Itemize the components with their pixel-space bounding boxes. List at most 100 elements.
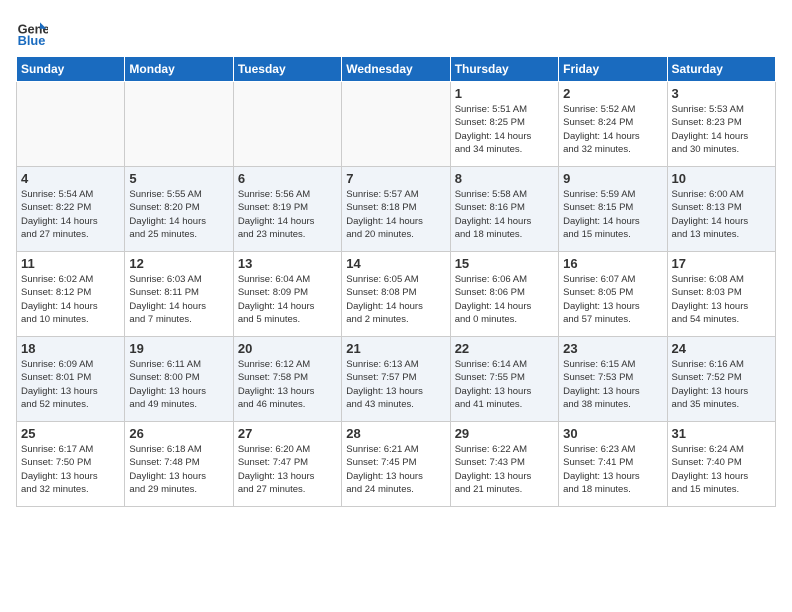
day-number: 8	[455, 171, 554, 186]
day-info: Sunrise: 6:23 AM Sunset: 7:41 PM Dayligh…	[563, 443, 662, 496]
day-number: 30	[563, 426, 662, 441]
day-number: 25	[21, 426, 120, 441]
logo-icon: General Blue	[16, 16, 48, 48]
day-info: Sunrise: 5:54 AM Sunset: 8:22 PM Dayligh…	[21, 188, 120, 241]
calendar-week-row: 18Sunrise: 6:09 AM Sunset: 8:01 PM Dayli…	[17, 337, 776, 422]
calendar-cell: 18Sunrise: 6:09 AM Sunset: 8:01 PM Dayli…	[17, 337, 125, 422]
day-info: Sunrise: 6:04 AM Sunset: 8:09 PM Dayligh…	[238, 273, 337, 326]
calendar-cell: 2Sunrise: 5:52 AM Sunset: 8:24 PM Daylig…	[559, 82, 667, 167]
day-info: Sunrise: 5:59 AM Sunset: 8:15 PM Dayligh…	[563, 188, 662, 241]
calendar-cell: 5Sunrise: 5:55 AM Sunset: 8:20 PM Daylig…	[125, 167, 233, 252]
calendar-cell: 20 Sunrise: 6:12 AM Sunset: 7:58 PM Dayli…	[233, 337, 341, 422]
day-info: Sunrise: 6:02 AM Sunset: 8:12 PM Dayligh…	[21, 273, 120, 326]
calendar-cell: 21 Sunrise: 6:13 AM Sunset: 7:57 PM Dayli…	[342, 337, 450, 422]
header: General Blue	[16, 16, 776, 48]
day-info: Sunrise: 6:07 AM Sunset: 8:05 PM Dayligh…	[563, 273, 662, 326]
day-info: Sunrise: 6:12 AM Sunset: 7:58 PM Dayligh…	[238, 358, 337, 411]
calendar-table: SundayMondayTuesdayWednesdayThursdayFrid…	[16, 56, 776, 507]
calendar-week-row: 4Sunrise: 5:54 AM Sunset: 8:22 PM Daylig…	[17, 167, 776, 252]
day-info: Sunrise: 6:17 AM Sunset: 7:50 PM Dayligh…	[21, 443, 120, 496]
day-info: Sunrise: 6:00 AM Sunset: 8:13 PM Dayligh…	[672, 188, 771, 241]
day-number: 22	[455, 341, 554, 356]
day-number: 10	[672, 171, 771, 186]
calendar-week-row: 11 Sunrise: 6:02 AM Sunset: 8:12 PM Dayli…	[17, 252, 776, 337]
day-info: Sunrise: 6:16 AM Sunset: 7:52 PM Dayligh…	[672, 358, 771, 411]
calendar-cell: 16Sunrise: 6:07 AM Sunset: 8:05 PM Dayli…	[559, 252, 667, 337]
calendar-cell: 24 Sunrise: 6:16 AM Sunset: 7:52 PM Dayli…	[667, 337, 775, 422]
day-number: 29	[455, 426, 554, 441]
day-number: 24	[672, 341, 771, 356]
day-number: 17	[672, 256, 771, 271]
calendar-cell: 28 Sunrise: 6:21 AM Sunset: 7:45 PM Dayli…	[342, 422, 450, 507]
calendar-cell: 23 Sunrise: 6:15 AM Sunset: 7:53 PM Dayli…	[559, 337, 667, 422]
day-number: 3	[672, 86, 771, 101]
day-number: 9	[563, 171, 662, 186]
day-number: 12	[129, 256, 228, 271]
weekday-header: Tuesday	[233, 57, 341, 82]
day-number: 23	[563, 341, 662, 356]
day-info: Sunrise: 5:51 AM Sunset: 8:25 PM Dayligh…	[455, 103, 554, 156]
day-info: Sunrise: 6:06 AM Sunset: 8:06 PM Dayligh…	[455, 273, 554, 326]
calendar-cell: 13 Sunrise: 6:04 AM Sunset: 8:09 PM Dayli…	[233, 252, 341, 337]
day-info: Sunrise: 6:08 AM Sunset: 8:03 PM Dayligh…	[672, 273, 771, 326]
day-number: 20	[238, 341, 337, 356]
weekday-header: Wednesday	[342, 57, 450, 82]
day-info: Sunrise: 6:13 AM Sunset: 7:57 PM Dayligh…	[346, 358, 445, 411]
weekday-header: Saturday	[667, 57, 775, 82]
calendar-cell: 29 Sunrise: 6:22 AM Sunset: 7:43 PM Dayli…	[450, 422, 558, 507]
calendar-cell: 9 Sunrise: 5:59 AM Sunset: 8:15 PM Daylig…	[559, 167, 667, 252]
calendar-week-row: 1 Sunrise: 5:51 AM Sunset: 8:25 PM Daylig…	[17, 82, 776, 167]
day-number: 1	[455, 86, 554, 101]
weekday-header: Sunday	[17, 57, 125, 82]
day-number: 7	[346, 171, 445, 186]
day-info: Sunrise: 6:15 AM Sunset: 7:53 PM Dayligh…	[563, 358, 662, 411]
calendar-cell	[342, 82, 450, 167]
day-info: Sunrise: 6:22 AM Sunset: 7:43 PM Dayligh…	[455, 443, 554, 496]
day-info: Sunrise: 6:09 AM Sunset: 8:01 PM Dayligh…	[21, 358, 120, 411]
day-info: Sunrise: 6:20 AM Sunset: 7:47 PM Dayligh…	[238, 443, 337, 496]
day-number: 26	[129, 426, 228, 441]
calendar-cell: 12 Sunrise: 6:03 AM Sunset: 8:11 PM Dayli…	[125, 252, 233, 337]
day-info: Sunrise: 6:05 AM Sunset: 8:08 PM Dayligh…	[346, 273, 445, 326]
day-info: Sunrise: 6:18 AM Sunset: 7:48 PM Dayligh…	[129, 443, 228, 496]
svg-text:Blue: Blue	[18, 33, 46, 48]
calendar-cell: 19 Sunrise: 6:11 AM Sunset: 8:00 PM Dayli…	[125, 337, 233, 422]
day-number: 28	[346, 426, 445, 441]
calendar-cell	[233, 82, 341, 167]
calendar-cell: 11 Sunrise: 6:02 AM Sunset: 8:12 PM Dayli…	[17, 252, 125, 337]
day-info: Sunrise: 6:21 AM Sunset: 7:45 PM Dayligh…	[346, 443, 445, 496]
calendar-cell: 31Sunrise: 6:24 AM Sunset: 7:40 PM Dayli…	[667, 422, 775, 507]
calendar-cell: 25 Sunrise: 6:17 AM Sunset: 7:50 PM Dayli…	[17, 422, 125, 507]
day-number: 11	[21, 256, 120, 271]
calendar-cell	[17, 82, 125, 167]
calendar-cell: 3 Sunrise: 5:53 AM Sunset: 8:23 PM Daylig…	[667, 82, 775, 167]
day-number: 13	[238, 256, 337, 271]
day-number: 15	[455, 256, 554, 271]
day-info: Sunrise: 5:58 AM Sunset: 8:16 PM Dayligh…	[455, 188, 554, 241]
header-row: SundayMondayTuesdayWednesdayThursdayFrid…	[17, 57, 776, 82]
day-info: Sunrise: 5:53 AM Sunset: 8:23 PM Dayligh…	[672, 103, 771, 156]
calendar-cell	[125, 82, 233, 167]
calendar-cell: 8 Sunrise: 5:58 AM Sunset: 8:16 PM Daylig…	[450, 167, 558, 252]
calendar-cell: 22Sunrise: 6:14 AM Sunset: 7:55 PM Dayli…	[450, 337, 558, 422]
calendar-cell: 4Sunrise: 5:54 AM Sunset: 8:22 PM Daylig…	[17, 167, 125, 252]
day-number: 21	[346, 341, 445, 356]
calendar-cell: 30 Sunrise: 6:23 AM Sunset: 7:41 PM Dayli…	[559, 422, 667, 507]
calendar-cell: 14 Sunrise: 6:05 AM Sunset: 8:08 PM Dayli…	[342, 252, 450, 337]
day-info: Sunrise: 5:57 AM Sunset: 8:18 PM Dayligh…	[346, 188, 445, 241]
day-info: Sunrise: 6:03 AM Sunset: 8:11 PM Dayligh…	[129, 273, 228, 326]
calendar-cell: 10 Sunrise: 6:00 AM Sunset: 8:13 PM Dayli…	[667, 167, 775, 252]
calendar-cell: 15 Sunrise: 6:06 AM Sunset: 8:06 PM Dayli…	[450, 252, 558, 337]
calendar-cell: 17 Sunrise: 6:08 AM Sunset: 8:03 PM Dayli…	[667, 252, 775, 337]
weekday-header: Monday	[125, 57, 233, 82]
day-number: 14	[346, 256, 445, 271]
calendar-cell: 27 Sunrise: 6:20 AM Sunset: 7:47 PM Dayli…	[233, 422, 341, 507]
day-info: Sunrise: 6:11 AM Sunset: 8:00 PM Dayligh…	[129, 358, 228, 411]
day-number: 27	[238, 426, 337, 441]
calendar-week-row: 25 Sunrise: 6:17 AM Sunset: 7:50 PM Dayli…	[17, 422, 776, 507]
day-number: 31	[672, 426, 771, 441]
day-number: 2	[563, 86, 662, 101]
day-number: 5	[129, 171, 228, 186]
day-number: 19	[129, 341, 228, 356]
calendar-cell: 6Sunrise: 5:56 AM Sunset: 8:19 PM Daylig…	[233, 167, 341, 252]
